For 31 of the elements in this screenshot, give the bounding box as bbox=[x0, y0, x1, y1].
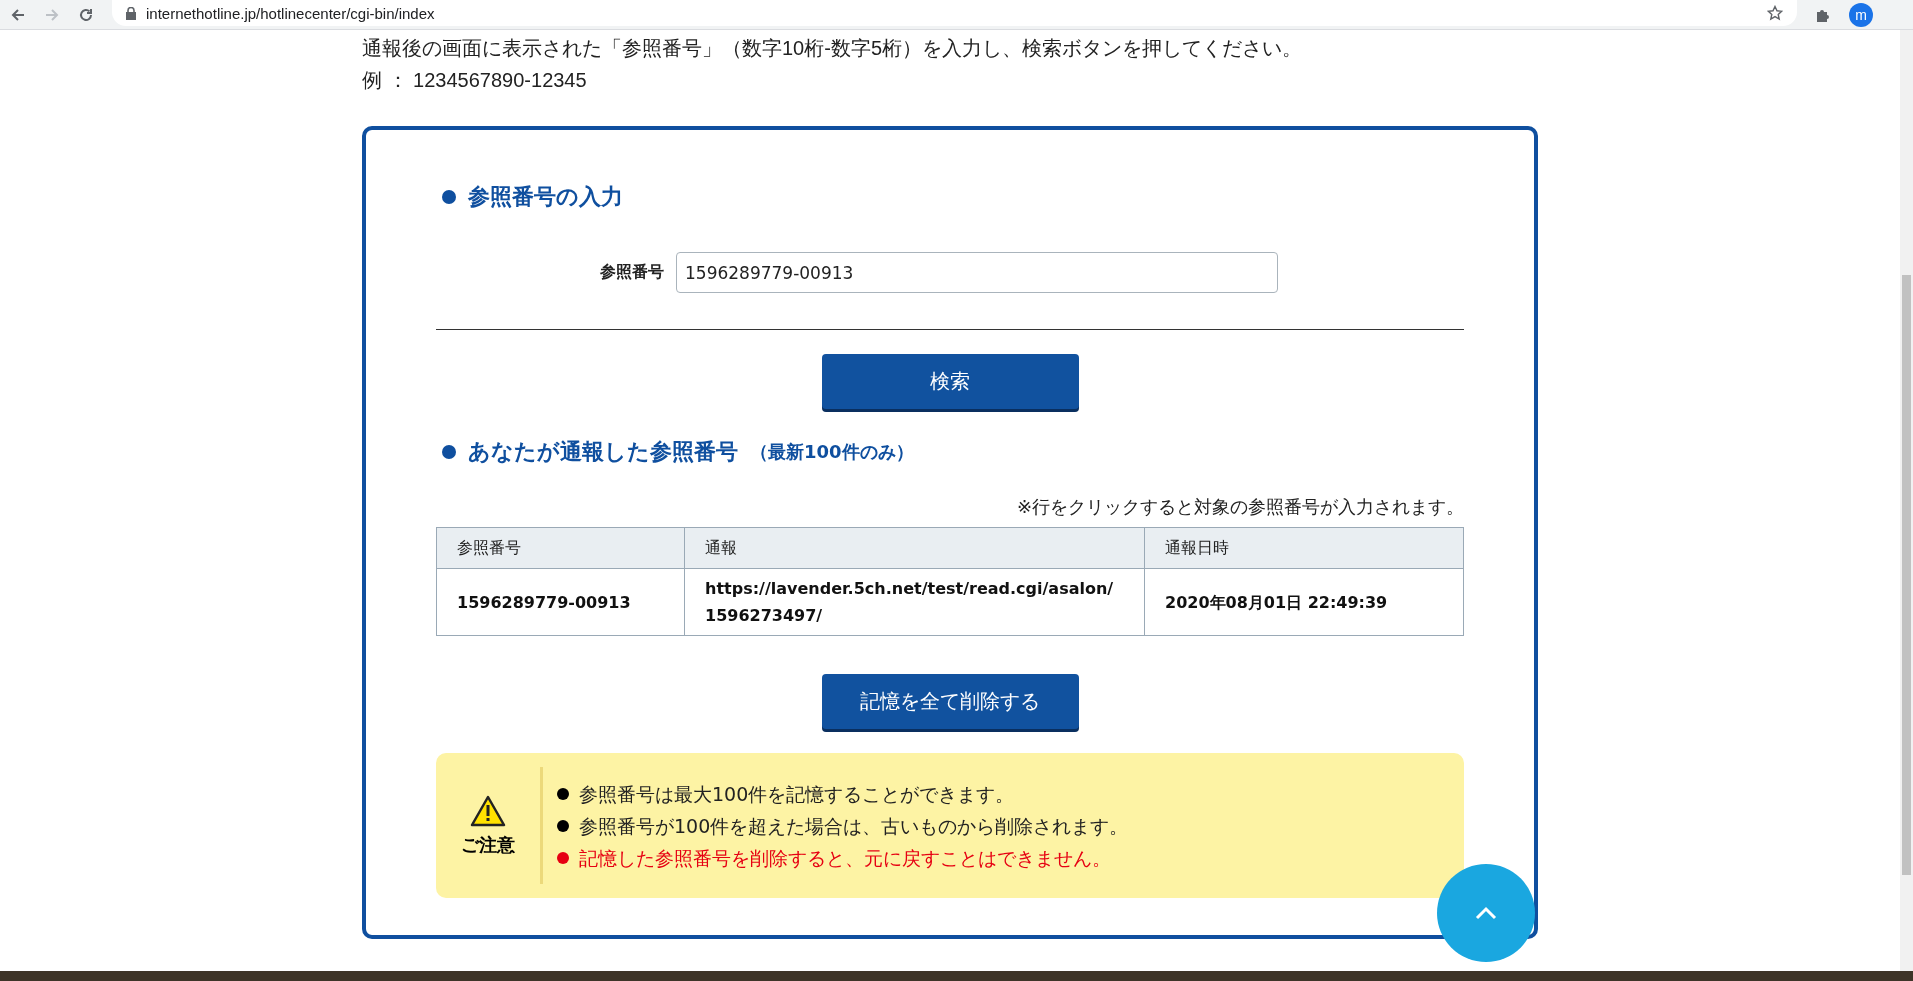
bullet-icon bbox=[442, 190, 456, 204]
table-cell[interactable]: 1596289779-00913 bbox=[436, 568, 685, 636]
back-icon[interactable] bbox=[10, 6, 26, 23]
notice-text: 参照番号は最大100件を記憶することができます。 bbox=[579, 781, 1015, 807]
hint-text: ※行をクリックすると対象の参照番号が入力されます。 bbox=[1015, 495, 1464, 519]
profile-avatar[interactable]: m bbox=[1849, 2, 1873, 27]
example-text: 例 ： 1234567890-12345 bbox=[362, 68, 588, 93]
table-cell[interactable]: https://lavender.5ch.net/test/read.cgi/asalon/1596273497/ bbox=[684, 568, 1145, 636]
section-heading: 参照番号の入力 bbox=[468, 183, 623, 211]
table-cell[interactable]: 2020年08月01日 22:49:39 bbox=[1144, 568, 1464, 636]
heading-note: （最新100件のみ） bbox=[750, 440, 914, 464]
address-bar[interactable]: internethotline.jp/hotlinecenter/cgi-bin/index bbox=[112, 0, 1797, 26]
instruction-text: 通報後の画面に表示された「参照番号」（数字10桁-数字5桁）を入力し、検索ボタンを押してください。 bbox=[362, 36, 1304, 61]
column-header: 参照番号 bbox=[436, 527, 685, 569]
section-heading: あなたが通報した参照番号 bbox=[468, 438, 738, 466]
reload-icon[interactable] bbox=[78, 6, 94, 23]
warning-icon bbox=[470, 794, 506, 827]
chevron-up-icon bbox=[1475, 906, 1497, 920]
lock-icon bbox=[126, 6, 136, 20]
bullet-icon bbox=[442, 445, 456, 459]
reference-number-field[interactable]: 1596289779-00913 bbox=[676, 252, 1278, 293]
column-header: 通報日時 bbox=[1144, 527, 1464, 569]
url-text: internethotline.jp/hotlinecenter/cgi-bin/index bbox=[146, 4, 435, 22]
search-button[interactable]: 検索 bbox=[821, 354, 1079, 409]
column-header: 通報 bbox=[684, 527, 1145, 569]
notice-label: ご注意 bbox=[461, 832, 515, 857]
notice-text: 参照番号が100件を超えた場合は、古いものから削除されます。 bbox=[579, 813, 1129, 839]
delete-all-button[interactable]: 記憶を全て削除する bbox=[821, 674, 1079, 729]
star-icon[interactable] bbox=[1767, 5, 1783, 21]
notice-text: 記憶した参照番号を削除すると、元に戻すことはできません。 bbox=[579, 845, 1111, 871]
field-label: 参照番号 bbox=[600, 262, 664, 283]
